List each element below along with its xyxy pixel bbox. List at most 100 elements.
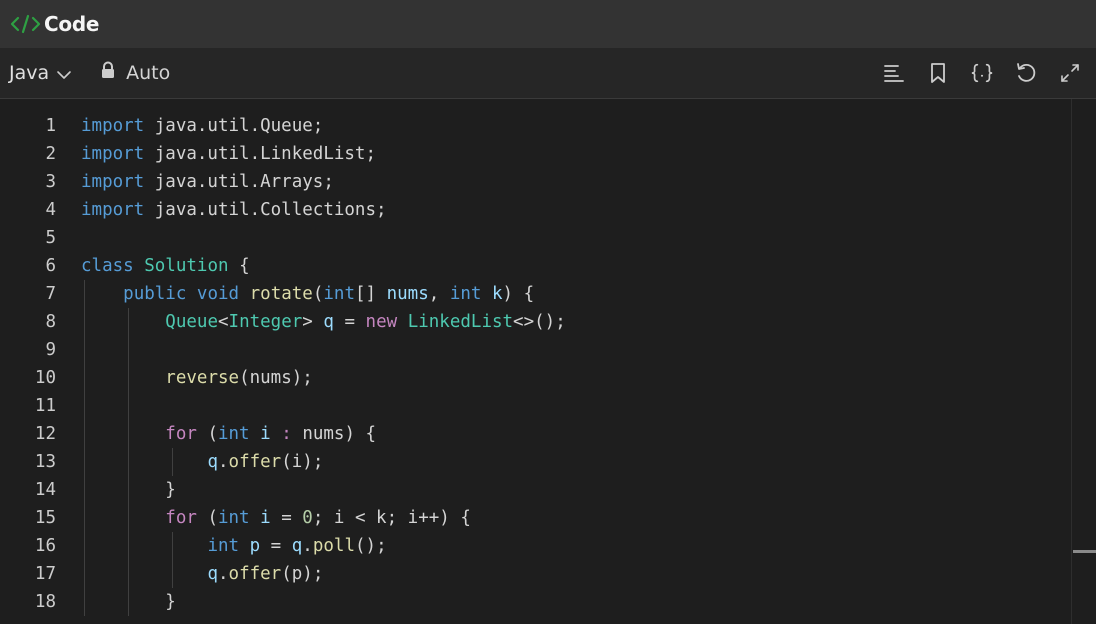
code-text: Queue<Integer> q = new LinkedList<>(); xyxy=(81,308,566,336)
format-icon[interactable] xyxy=(882,61,906,85)
code-line[interactable]: 4 import java.util.Collections; xyxy=(0,196,1072,224)
code-text: for (int i : nums) { xyxy=(81,420,376,448)
indent-guide xyxy=(128,308,129,616)
code-token: : xyxy=(281,424,292,444)
code-token: java.util.Queue; xyxy=(144,116,324,136)
code-token: void xyxy=(196,284,240,304)
reset-icon[interactable] xyxy=(1014,61,1038,85)
line-number: 2 xyxy=(45,144,56,164)
code-line[interactable]: 9 xyxy=(0,336,1072,364)
code-token: q xyxy=(291,536,303,556)
code-line[interactable]: 17 q.offer(p); xyxy=(0,560,1072,588)
code-editor[interactable]: 1 import java.util.Queue; 2 import java.uti… xyxy=(0,99,1072,624)
code-token: q xyxy=(207,564,218,584)
panel-title: Code xyxy=(44,12,100,36)
code-line[interactable]: 7 public void rotate(int[] nums, int k) … xyxy=(0,280,1072,308)
code-token: int xyxy=(217,424,250,444)
code-token: public xyxy=(123,284,187,304)
code-token: import xyxy=(81,200,145,220)
mode-label: Auto xyxy=(126,62,171,84)
code-text: reverse(nums); xyxy=(81,364,313,392)
chevron-down-icon xyxy=(56,63,72,85)
code-token: java.util.Arrays; xyxy=(144,172,334,192)
code-line[interactable]: 2 import java.util.LinkedList; xyxy=(0,140,1072,168)
code-line[interactable]: 5 xyxy=(0,224,1072,252)
code-line[interactable]: 3 import java.util.Arrays; xyxy=(0,168,1072,196)
code-token: . xyxy=(217,564,229,584)
scroll-position-marker[interactable] xyxy=(1073,550,1096,553)
code-line[interactable]: 13 q.offer(i); xyxy=(0,448,1072,476)
braces-icon[interactable] xyxy=(970,61,994,85)
line-number: 16 xyxy=(34,536,56,556)
expand-icon[interactable] xyxy=(1058,61,1082,85)
code-token: reverse xyxy=(165,368,240,388)
line-number: 4 xyxy=(45,200,56,220)
vertical-scrollbar[interactable] xyxy=(1071,99,1096,624)
code-token: nums) { xyxy=(291,424,377,444)
code-token: import xyxy=(81,116,145,136)
code-token: LinkedList xyxy=(407,312,514,332)
code-line[interactable]: 1 import java.util.Queue; xyxy=(0,112,1072,140)
code-text: for (int i = 0; i < k; i++) { xyxy=(81,504,471,532)
code-text: import java.util.Arrays; xyxy=(81,168,334,196)
code-line[interactable]: 16 int p = q.poll(); xyxy=(0,532,1072,560)
code-line[interactable]: 12 for (int i : nums) { xyxy=(0,420,1072,448)
code-token: [] xyxy=(355,284,387,304)
language-select[interactable]: Java xyxy=(9,61,72,85)
code-line[interactable]: 6 class Solution { xyxy=(0,252,1072,280)
code-token: ( xyxy=(312,284,324,304)
code-token: nums xyxy=(386,284,429,304)
code-token: , xyxy=(428,284,450,304)
code-token: q xyxy=(323,312,334,332)
code-text: public void rotate(int[] nums, int k) { xyxy=(81,280,534,308)
code-token: poll xyxy=(312,536,355,556)
code-token: import xyxy=(81,172,145,192)
indent-guide xyxy=(172,448,173,476)
code-token: i xyxy=(260,424,271,444)
code-token: rotate xyxy=(249,284,313,304)
code-token: (); xyxy=(355,536,387,556)
code-token: int xyxy=(449,284,482,304)
editor-toolbar: Java Auto xyxy=(0,48,1096,99)
line-number: 9 xyxy=(45,340,56,360)
code-token: = xyxy=(333,312,366,332)
line-number: 12 xyxy=(34,424,56,444)
line-number: 14 xyxy=(34,480,56,500)
line-number: 3 xyxy=(45,172,56,192)
code-token: i xyxy=(260,508,271,528)
code-line[interactable]: 15 for (int i = 0; i < k; i++) { xyxy=(0,504,1072,532)
code-line[interactable]: 14 } xyxy=(0,476,1072,504)
code-line[interactable]: 10 reverse(nums); xyxy=(0,364,1072,392)
code-token: offer xyxy=(228,452,282,472)
code-panel: Code Java Auto 1 import java.util.Queue;… xyxy=(0,0,1096,624)
code-line[interactable]: 8 Queue<Integer> q = new LinkedList<>(); xyxy=(0,308,1072,336)
code-token: ( xyxy=(196,424,218,444)
language-label: Java xyxy=(9,62,50,84)
code-token: . xyxy=(217,452,229,472)
code-line[interactable]: 11 xyxy=(0,392,1072,420)
code-token: Integer xyxy=(228,312,303,332)
code-line[interactable]: 18 } xyxy=(0,588,1072,616)
line-number: 6 xyxy=(45,256,56,276)
code-token: { xyxy=(228,256,250,276)
code-token: Queue xyxy=(165,312,218,332)
code-token: int xyxy=(323,284,355,304)
bookmark-icon[interactable] xyxy=(926,61,950,85)
indent-guide xyxy=(172,532,173,588)
code-token: offer xyxy=(228,564,282,584)
code-token: ( xyxy=(196,508,218,528)
code-text: q.offer(i); xyxy=(81,448,323,476)
code-token: for xyxy=(165,508,197,528)
code-token: <>(); xyxy=(513,312,566,332)
code-text: import java.util.Collections; xyxy=(81,196,387,224)
